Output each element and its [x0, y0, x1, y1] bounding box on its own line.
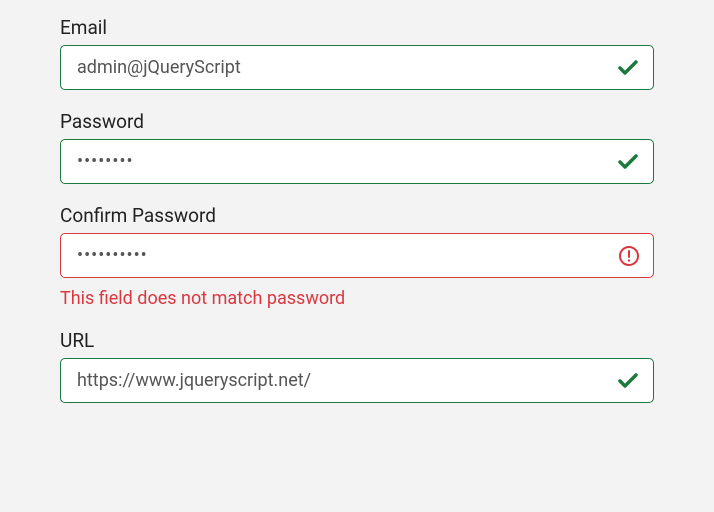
- url-label: URL: [60, 329, 654, 352]
- url-input-wrapper: [60, 358, 654, 403]
- url-field-group: URL: [60, 329, 654, 403]
- password-label: Password: [60, 110, 654, 133]
- check-icon: [616, 369, 640, 393]
- email-field-group: Email: [60, 16, 654, 90]
- email-label: Email: [60, 16, 654, 39]
- url-input[interactable]: [60, 358, 654, 403]
- check-icon: [616, 150, 640, 174]
- email-input[interactable]: [60, 45, 654, 90]
- email-input-wrapper: [60, 45, 654, 90]
- check-icon: [616, 56, 640, 80]
- password-input-wrapper: [60, 139, 654, 184]
- password-field-group: Password: [60, 110, 654, 184]
- confirm-password-error-message: This field does not match password: [60, 288, 654, 309]
- confirm-password-field-group: Confirm Password This field does not mat…: [60, 204, 654, 309]
- password-input[interactable]: [60, 139, 654, 184]
- confirm-password-label: Confirm Password: [60, 204, 654, 227]
- confirm-password-input-wrapper: [60, 233, 654, 278]
- confirm-password-input[interactable]: [60, 233, 654, 278]
- error-icon: [618, 245, 640, 267]
